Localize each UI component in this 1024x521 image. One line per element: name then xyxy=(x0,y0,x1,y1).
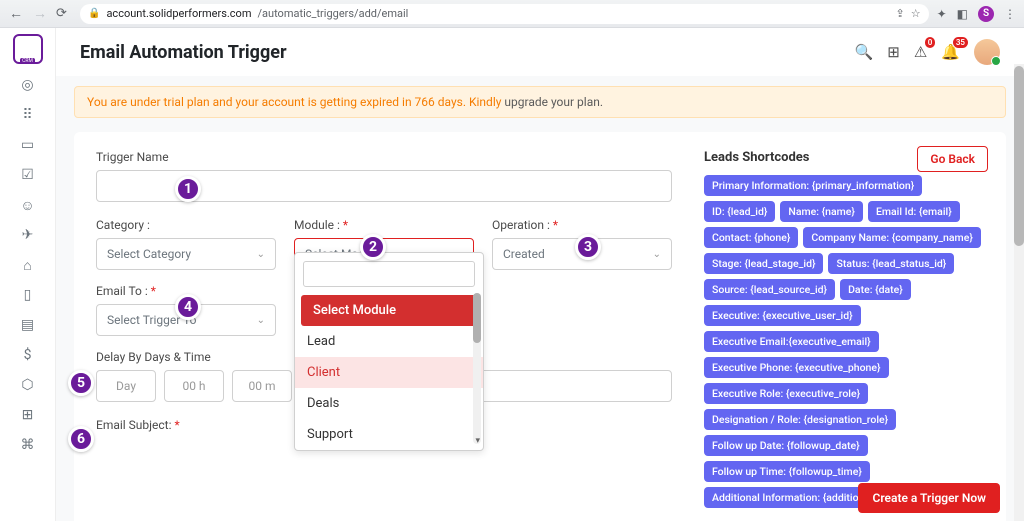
search-icon[interactable]: 🔍 xyxy=(855,43,874,61)
shortcode-chip[interactable]: Primary Information: {primary_informatio… xyxy=(704,175,922,196)
shortcode-chip[interactable]: Executive Email:{executive_email} xyxy=(704,331,879,352)
create-trigger-button[interactable]: Create a Trigger Now xyxy=(858,483,1000,513)
shortcode-chip[interactable]: Name: {name} xyxy=(780,201,863,222)
reload-button[interactable]: ⟳ xyxy=(56,6,72,22)
apps-grid-icon[interactable]: ⊞ xyxy=(887,43,900,61)
user-avatar[interactable] xyxy=(974,39,1000,65)
upgrade-link[interactable]: upgrade your plan. xyxy=(504,95,603,109)
page-title: Email Automation Trigger xyxy=(80,42,287,63)
url-host: account.solidperformers.com xyxy=(106,7,251,20)
sidebar-grid-icon[interactable]: ⊞ xyxy=(19,406,37,424)
trigger-name-label: Trigger Name xyxy=(96,150,672,164)
module-option-lead[interactable]: Lead xyxy=(295,326,483,357)
alerts-badge: 0 xyxy=(925,37,936,48)
module-option-deals[interactable]: Deals xyxy=(295,388,483,419)
shortcodes-list: Primary Information: {primary_informatio… xyxy=(704,175,984,508)
star-icon[interactable]: ☆ xyxy=(911,7,921,20)
tutorial-marker-3: 3 xyxy=(575,234,601,260)
sidebar-clipboard-icon[interactable]: ▯ xyxy=(19,286,37,304)
menu-icon[interactable]: ⋮ xyxy=(1004,7,1016,21)
notifications-badge: 35 xyxy=(953,37,968,48)
lock-icon: 🔒 xyxy=(88,8,100,19)
shortcode-chip[interactable]: Follow up Time: {followup_time} xyxy=(704,461,870,482)
sidebar-tasks-icon[interactable]: ☑ xyxy=(19,166,37,184)
go-back-button[interactable]: Go Back xyxy=(917,146,988,172)
extensions-icon[interactable]: ✦ xyxy=(937,7,947,21)
back-button[interactable]: ← xyxy=(8,6,24,22)
trial-alert: You are under trial plan and your accoun… xyxy=(74,86,1006,118)
shortcode-chip[interactable]: Company Name: {company_name} xyxy=(803,227,981,248)
address-bar[interactable]: 🔒 account.solidperformers.com/automatic_… xyxy=(80,4,929,24)
delay-mins-input[interactable]: 00 m xyxy=(232,370,292,402)
form-panel: Go Back Trigger Name Category : Select C… xyxy=(74,132,1006,521)
page-scrollbar[interactable] xyxy=(1014,64,1024,521)
sidebar-briefcase-icon[interactable]: ⌂ xyxy=(19,256,37,274)
chevron-down-icon: ⌄ xyxy=(257,249,265,260)
shortcode-chip[interactable]: Source: {lead_source_id} xyxy=(704,279,835,300)
window-icon[interactable]: ◧ xyxy=(957,7,968,21)
sidebar-contacts-icon[interactable]: ☺ xyxy=(19,196,37,214)
dropdown-caret-icon: ▾ xyxy=(475,436,480,446)
notifications-icon[interactable]: 🔔35 xyxy=(941,43,960,61)
shortcode-chip[interactable]: Contact: {phone} xyxy=(704,227,798,248)
sidebar-document-icon[interactable]: ▤ xyxy=(19,316,37,334)
shortcode-chip[interactable]: Date: {date} xyxy=(840,279,911,300)
sidebar-invoice-icon[interactable]: $ xyxy=(19,346,37,364)
chevron-down-icon: ⌄ xyxy=(653,249,661,260)
sidebar-leads-icon[interactable]: ✈ xyxy=(19,226,37,244)
tutorial-marker-5: 5 xyxy=(68,370,94,396)
delay-hours-input[interactable]: 00 h xyxy=(164,370,224,402)
tutorial-marker-4: 4 xyxy=(175,294,201,320)
module-dropdown: Select Module Lead Client Deals Support … xyxy=(294,252,484,451)
sidebar-box-icon[interactable]: ⬡ xyxy=(19,376,37,394)
sidebar: ◎ ⠿ ▭ ☑ ☺ ✈ ⌂ ▯ ▤ $ ⬡ ⊞ ⌘ xyxy=(0,28,56,521)
delay-days-input[interactable]: Day xyxy=(96,370,156,402)
tutorial-marker-6: 6 xyxy=(68,426,94,452)
dropdown-scrollbar[interactable] xyxy=(473,293,481,444)
operation-label: Operation : xyxy=(492,218,672,232)
module-option-client[interactable]: Client xyxy=(295,357,483,388)
app-logo[interactable] xyxy=(13,34,43,64)
sidebar-ticket-icon[interactable]: ⌘ xyxy=(19,436,37,454)
shortcode-chip[interactable]: Follow up Date: {followup_date} xyxy=(704,435,868,456)
sidebar-apps-icon[interactable]: ⠿ xyxy=(19,106,37,124)
shortcode-chip[interactable]: Executive: {executive_user_id} xyxy=(704,305,861,326)
tutorial-marker-2: 2 xyxy=(360,234,386,260)
profile-avatar[interactable]: S xyxy=(978,6,994,22)
forward-button[interactable]: → xyxy=(32,6,48,22)
alerts-icon[interactable]: ⚠0 xyxy=(914,43,927,61)
page-header: Email Automation Trigger 🔍 ⊞ ⚠0 🔔35 xyxy=(56,28,1024,76)
shortcode-chip[interactable]: ID: {lead_id} xyxy=(704,201,775,222)
tutorial-marker-1: 1 xyxy=(175,176,201,202)
sidebar-dashboard-icon[interactable]: ◎ xyxy=(19,76,37,94)
shortcode-chip[interactable]: Designation / Role: {designation_role} xyxy=(704,409,896,430)
module-dropdown-list: Select Module Lead Client Deals Support xyxy=(295,295,483,450)
chevron-down-icon: ⌄ xyxy=(257,315,265,326)
share-icon[interactable]: ⇪ xyxy=(896,7,905,20)
shortcode-chip[interactable]: Executive Role: {executive_role} xyxy=(704,383,868,404)
module-label: Module : xyxy=(294,218,474,232)
module-dropdown-search[interactable] xyxy=(303,261,475,287)
category-select[interactable]: Select Category⌄ xyxy=(96,238,276,270)
module-option-select[interactable]: Select Module xyxy=(301,295,477,326)
shortcode-chip[interactable]: Executive Phone: {executive_phone} xyxy=(704,357,889,378)
category-label: Category : xyxy=(96,218,276,232)
shortcode-chip[interactable]: Status: {lead_status_id} xyxy=(828,253,954,274)
browser-toolbar: ← → ⟳ 🔒 account.solidperformers.com/auto… xyxy=(0,0,1024,28)
shortcode-chip[interactable]: Email Id: {email} xyxy=(868,201,960,222)
module-option-support[interactable]: Support xyxy=(295,419,483,450)
url-path: /automatic_triggers/add/email xyxy=(257,7,408,20)
shortcode-chip[interactable]: Stage: {lead_stage_id} xyxy=(704,253,823,274)
sidebar-calendar-icon[interactable]: ▭ xyxy=(19,136,37,154)
